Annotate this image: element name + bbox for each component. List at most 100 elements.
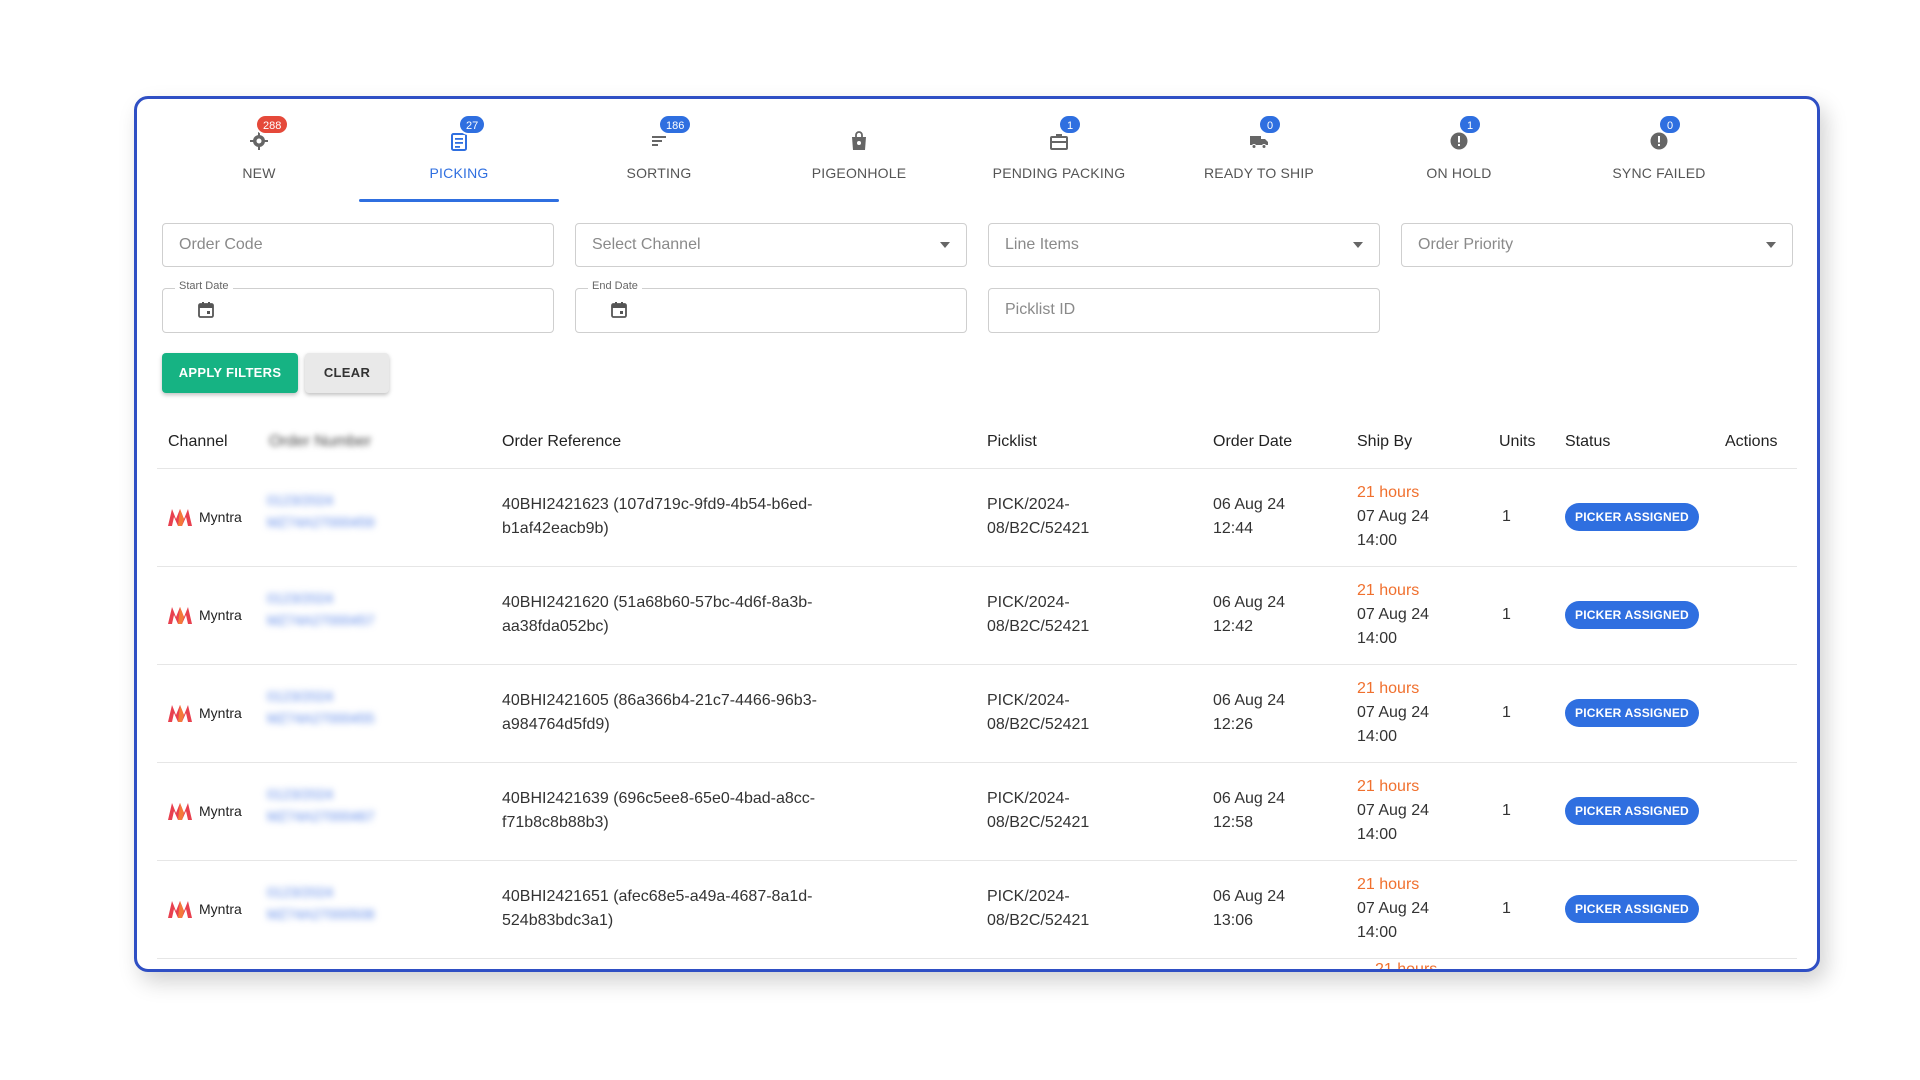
ship-by-time: 14:00 (1357, 532, 1398, 549)
chevron-down-icon (1353, 242, 1363, 248)
tab-sync-failed[interactable]: 0 SYNC FAILED (1559, 111, 1759, 201)
order-date-line: 06 Aug 24 (1213, 496, 1286, 513)
tab-label: ON HOLD (1426, 165, 1492, 181)
col-order-number: Order Number (269, 433, 372, 450)
channel-select[interactable]: Select Channel (575, 223, 967, 267)
orders-panel: 288 NEW 27 PICKING 186 SORTING PIGEONHOL… (134, 96, 1820, 972)
picklist-line: PICK/2024- (987, 790, 1070, 807)
picklist-line: 08/B2C/52421 (987, 716, 1090, 733)
tab-label: PICKING (429, 165, 489, 181)
status-badge: PICKER ASSIGNED (1565, 503, 1699, 531)
myntra-logo-icon (168, 607, 192, 624)
line-items-placeholder: Line Items (1005, 236, 1079, 253)
units-cell: 1 (1502, 802, 1511, 819)
picklist-line: PICK/2024- (987, 692, 1070, 709)
calendar-icon[interactable] (197, 301, 215, 319)
start-date-field[interactable]: Start Date (162, 280, 554, 333)
picklist-line: PICK/2024- (987, 496, 1070, 513)
myntra-logo-icon (168, 509, 192, 526)
order-number-link[interactable]: 0123/2024 MZ74A27000508 (267, 881, 407, 925)
picklist-cell: PICK/2024- 08/B2C/52421 (987, 493, 1089, 541)
ship-by-remaining: 21 hours (1357, 582, 1420, 599)
col-status: Status (1565, 433, 1611, 450)
order-date-line: 06 Aug 24 (1213, 790, 1286, 807)
order-number-line: MZ74A27000508 (267, 906, 375, 922)
tab-sorting[interactable]: 186 SORTING (559, 111, 759, 201)
status-badge: PICKER ASSIGNED (1565, 699, 1699, 727)
picklist-line: 08/B2C/52421 (987, 912, 1090, 929)
order-date-line: 06 Aug 24 (1213, 692, 1286, 709)
table-row[interactable]: Myntra 0123/2024 MZ74A27000508 40BHI2421… (157, 861, 1797, 959)
tab-pending-packing[interactable]: 1 PENDING PACKING (959, 111, 1159, 201)
order-priority-placeholder: Order Priority (1418, 236, 1514, 253)
chevron-down-icon (1766, 242, 1776, 248)
col-order-reference: Order Reference (502, 433, 622, 450)
ship-by-cell: 21 hours 07 Aug 24 14:00 (1357, 873, 1429, 945)
order-code-placeholder: Order Code (179, 236, 263, 253)
table-row[interactable]: Myntra 0123/2024 MZ74A27000467 40BHI2421… (157, 763, 1797, 861)
order-number-link[interactable]: 0123/2024 MZ74A27000467 (267, 783, 407, 827)
order-number-line: 0123/2024 (267, 492, 334, 508)
order-number-link[interactable]: 0123/2024 MZ74A27000455 (267, 685, 407, 729)
tab-new[interactable]: 288 NEW (159, 111, 359, 201)
channel-placeholder: Select Channel (592, 236, 701, 253)
order-number-link[interactable]: 0123/2024 MZ74A27000459 (267, 489, 407, 533)
order-reference-line: a984764d5fd9) (502, 716, 610, 733)
table-header: Channel Order Number Order Reference Pic… (157, 419, 1797, 469)
tab-on-hold[interactable]: 1 ON HOLD (1359, 111, 1559, 201)
ship-by-cell: 21 hours 07 Aug 24 14:00 (1357, 481, 1429, 553)
ship-by-cell: 21 hours 07 Aug 24 14:00 (1357, 775, 1429, 847)
order-date-cell: 06 Aug 24 12:44 (1213, 493, 1285, 541)
col-picklist: Picklist (987, 433, 1037, 450)
picklist-line: 08/B2C/52421 (987, 814, 1090, 831)
units-cell: 1 (1502, 606, 1511, 623)
order-reference-line: 40BHI2421605 (86a366b4-21c7-4466-96b3- (502, 692, 817, 709)
calendar-icon[interactable] (610, 301, 628, 319)
shopping-bag-icon (852, 131, 866, 150)
ship-by-time: 14:00 (1357, 728, 1398, 745)
order-reference-line: 524b83bdc3a1) (502, 912, 614, 929)
order-date-cell: 06 Aug 24 12:42 (1213, 591, 1285, 639)
ship-by-time: 14:00 (1357, 924, 1398, 941)
ship-by-time: 14:00 (1357, 826, 1398, 843)
order-reference-cell: 40BHI2421651 (afec68e5-a49a-4687-8a1d- 5… (502, 885, 812, 933)
ship-by-date: 07 Aug 24 (1357, 704, 1430, 721)
status-badge: PICKER ASSIGNED (1565, 797, 1699, 825)
channel-name: Myntra (199, 509, 242, 525)
order-number-line: 0123/2024 (267, 884, 334, 900)
order-priority-select[interactable]: Order Priority (1401, 223, 1793, 267)
order-reference-line: 40BHI2421651 (afec68e5-a49a-4687-8a1d- (502, 888, 813, 905)
ship-by-cell: 21 hours 07 Aug 24 14:00 (1357, 677, 1429, 749)
order-time-line: 12:42 (1213, 618, 1254, 635)
order-reference-cell: 40BHI2421620 (51a68b60-57bc-4d6f-8a3b- a… (502, 591, 812, 639)
channel-name: Myntra (199, 901, 242, 917)
channel-name: Myntra (199, 803, 242, 819)
myntra-logo-icon (168, 901, 192, 918)
end-date-field[interactable]: End Date (575, 280, 967, 333)
order-code-input[interactable]: Order Code (162, 223, 554, 267)
order-number-line: 0123/2024 (267, 590, 334, 606)
tab-count-badge: 186 (658, 114, 693, 135)
tab-pigeonhole[interactable]: PIGEONHOLE (759, 111, 959, 201)
table-row[interactable]: Myntra 0123/2024 MZ74A27000455 40BHI2421… (157, 665, 1797, 763)
order-reference-line: 40BHI2421639 (696c5ee8-65e0-4bad-a8cc- (502, 790, 816, 807)
table-row[interactable]: Myntra 0123/2024 MZ74A27000457 40BHI2421… (157, 567, 1797, 665)
channel-cell: Myntra (167, 799, 242, 823)
picklist-cell: PICK/2024- 08/B2C/52421 (987, 885, 1089, 933)
tab-ready-to-ship[interactable]: 0 READY TO SHIP (1159, 111, 1359, 201)
order-number-link[interactable]: 0123/2024 MZ74A27000457 (267, 587, 407, 631)
apply-filters-button[interactable]: APPLY FILTERS (162, 353, 298, 393)
order-number-line: MZ74A27000459 (267, 514, 375, 530)
table-row[interactable]: Myntra 0123/2024 MZ74A27000459 40BHI2421… (157, 469, 1797, 567)
picklist-line: 08/B2C/52421 (987, 618, 1090, 635)
col-order-date: Order Date (1213, 433, 1293, 450)
picklist-id-input[interactable]: Picklist ID (988, 288, 1380, 333)
clear-button[interactable]: CLEAR (305, 353, 389, 393)
end-date-label: End Date (588, 280, 642, 292)
status-badge: PICKER ASSIGNED (1565, 895, 1699, 923)
ship-by-cell: 21 hours 07 Aug 24 14:00 (1357, 579, 1429, 651)
picklist-cell: PICK/2024- 08/B2C/52421 (987, 689, 1089, 737)
line-items-select[interactable]: Line Items (988, 223, 1380, 267)
myntra-logo-icon (168, 705, 192, 722)
tab-picking[interactable]: 27 PICKING (359, 111, 559, 202)
